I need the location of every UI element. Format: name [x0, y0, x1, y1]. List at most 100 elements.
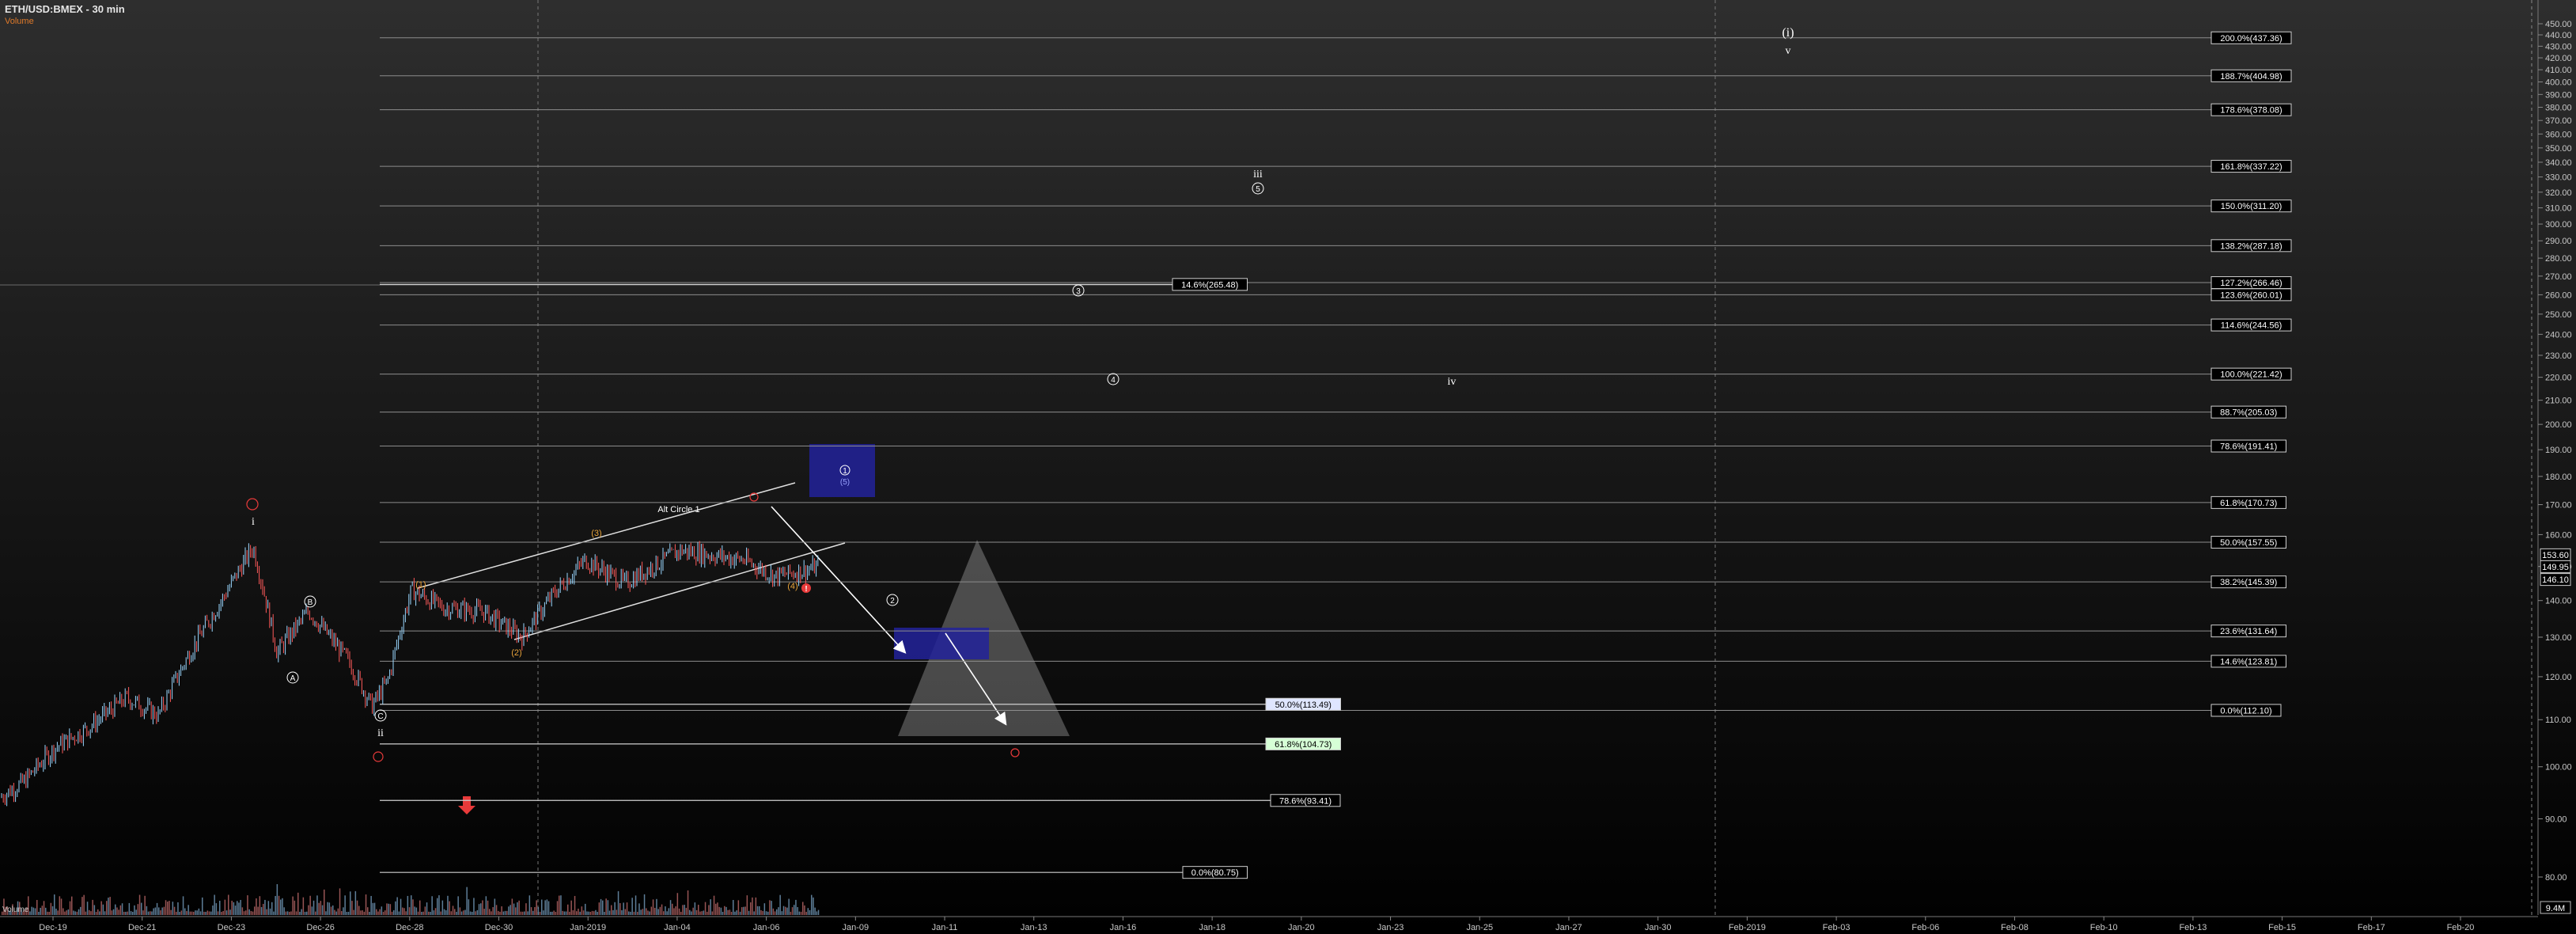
- volume-bar: [417, 911, 419, 915]
- volume-bar: [588, 911, 589, 915]
- volume-label: Volume: [2, 906, 29, 914]
- volume-bar: [774, 911, 776, 915]
- volume-bar: [263, 903, 264, 915]
- volume-bar: [71, 896, 73, 915]
- volume-bar: [156, 902, 158, 915]
- volume-bar: [643, 894, 646, 915]
- volume-bar: [229, 909, 231, 915]
- circle-label-2-text: 2: [890, 597, 895, 606]
- y-tick-label: 170.00: [2545, 501, 2572, 511]
- volume-bar: [537, 907, 540, 915]
- volume-bar: [722, 911, 724, 915]
- volume-bar: [684, 905, 685, 915]
- wave-label-i-top: i: [252, 516, 255, 528]
- volume-bar: [743, 906, 744, 915]
- volume-bar: [567, 904, 569, 915]
- volume-bar: [760, 909, 762, 915]
- volume-bar: [733, 900, 734, 915]
- x-tick-label: Dec-30: [485, 923, 513, 932]
- volume-bar: [241, 907, 244, 915]
- volume-bar: [306, 911, 308, 915]
- volume-bar: [539, 911, 541, 915]
- volume-bar: [708, 905, 710, 915]
- volume-bar: [315, 911, 316, 915]
- chart-canvas: 200.0%(437.36) 188.7%(404.98) 178.6%(378.0…: [0, 0, 2576, 934]
- volume-bar: [752, 897, 753, 915]
- fib-label: 0.0%(112.10): [2220, 706, 2271, 716]
- volume-bar: [687, 890, 689, 915]
- fib-label: 161.8%(337.22): [2220, 162, 2282, 172]
- volume-bar: [294, 900, 296, 915]
- volume-bar: [266, 909, 267, 915]
- volume-bar: [551, 911, 553, 915]
- volume-bar: [593, 911, 595, 915]
- wave-label-ii: ii: [377, 727, 384, 739]
- volume-bar: [642, 909, 644, 915]
- volume-bar: [83, 894, 85, 915]
- volume-bar: [121, 903, 123, 915]
- volume-bar: [93, 905, 96, 915]
- volume-bar: [703, 910, 705, 915]
- fib-mid-label: 78.6%(93.41): [1279, 796, 1332, 806]
- volume-bar: [617, 890, 619, 915]
- paren-label-5: (5): [840, 478, 850, 487]
- volume-bar: [669, 900, 672, 915]
- volume-bar: [811, 894, 813, 915]
- volume-bar: [807, 908, 809, 915]
- volume-bar: [267, 901, 270, 915]
- volume-bar: [54, 894, 55, 915]
- volume-bar: [247, 895, 248, 915]
- volume-bar: [386, 903, 388, 915]
- volume-bar: [569, 911, 570, 915]
- volume-bar: [95, 912, 97, 915]
- volume-bar: [736, 910, 737, 915]
- volume-bar: [67, 909, 70, 915]
- volume-bar: [559, 895, 560, 915]
- volume-bar: [556, 901, 559, 915]
- fib-label: 123.6%(260.01): [2220, 290, 2282, 300]
- volume-bar: [160, 910, 161, 915]
- volume-bar: [275, 895, 276, 915]
- volume-bar: [711, 911, 714, 915]
- volume-bar: [29, 911, 31, 915]
- fib-mid-label: 0.0%(80.75): [1191, 868, 1239, 878]
- volume-bar: [89, 909, 90, 915]
- volume-bar: [73, 910, 74, 915]
- x-tick-label: Feb-17: [2358, 923, 2385, 932]
- volume-bar: [86, 902, 89, 915]
- volume-bar: [475, 911, 476, 915]
- volume-bar: [32, 907, 35, 915]
- volume-bar: [762, 910, 763, 915]
- volume-bar: [376, 909, 377, 915]
- y-tick-label: 320.00: [2545, 188, 2572, 198]
- volume-bar: [605, 898, 607, 915]
- volume-bar: [550, 911, 551, 915]
- volume-bar: [50, 902, 52, 915]
- wave-label-i-paren: (i): [1782, 26, 1794, 40]
- volume-bar: [391, 911, 393, 915]
- volume-bar: [809, 909, 811, 915]
- volume-bar: [97, 909, 99, 915]
- fib-label: 100.0%(221.42): [2220, 370, 2282, 380]
- volume-bar: [755, 897, 757, 915]
- y-tick-label: 240.00: [2545, 330, 2572, 340]
- volume-bar: [186, 911, 188, 915]
- volume-bar: [574, 895, 576, 915]
- circle-label-b-text: B: [308, 598, 313, 607]
- volume-bar: [403, 908, 405, 915]
- volume-bar: [534, 906, 536, 915]
- volume-bar: [343, 907, 344, 915]
- y-tick-label: 290.00: [2545, 237, 2572, 246]
- volume-bar: [212, 906, 214, 915]
- volume-bar: [165, 900, 167, 915]
- volume-bar: [464, 909, 466, 915]
- wave-label-iii: iii: [1253, 169, 1263, 180]
- red-alert-mark: !: [805, 585, 807, 594]
- volume-bar: [652, 899, 654, 915]
- volume-bar: [330, 906, 332, 915]
- volume-bar: [515, 907, 517, 915]
- x-tick-label: Jan-23: [1377, 923, 1404, 932]
- fib-mid-label: 14.6%(265.48): [1181, 280, 1238, 290]
- volume-bar: [612, 909, 614, 915]
- volume-bar: [328, 902, 331, 915]
